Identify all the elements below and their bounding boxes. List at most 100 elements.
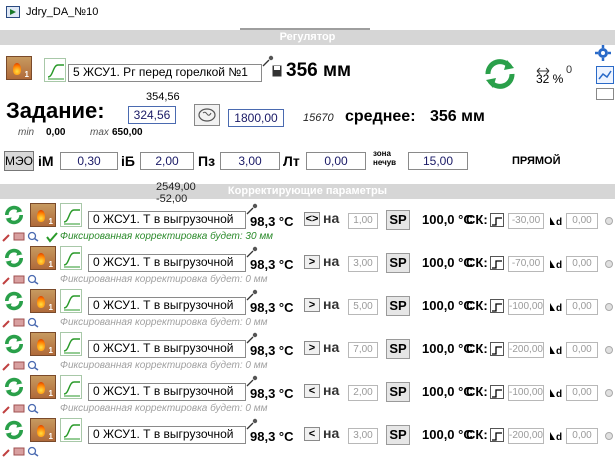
correction-row-3-derivative-icon[interactable]: d <box>549 299 563 314</box>
correction-row-2-sk-label: СК: <box>466 255 488 270</box>
settings-gear-icon[interactable] <box>594 44 612 62</box>
correction-row-5-refresh-icon[interactable] <box>2 375 26 399</box>
correction-row-1-compare-button[interactable]: <> <box>304 212 320 226</box>
correction-row-4-edit-icons[interactable] <box>2 358 39 371</box>
correction-row-2-trend-curve-icon[interactable] <box>60 246 82 270</box>
correction-row-2-sp-button[interactable]: SP <box>386 253 410 273</box>
correction-row-6-edit-icons[interactable] <box>2 444 39 457</box>
correction-row-6-trend-curve-icon[interactable] <box>60 418 82 442</box>
correction-row-6-refresh-icon[interactable] <box>2 418 26 442</box>
furnace-icon[interactable] <box>6 56 32 80</box>
trend-curve-icon[interactable] <box>44 58 66 82</box>
ib-input[interactable]: 2,00 <box>140 152 194 170</box>
correction-row-1-temperature: 98,3 °C <box>250 214 294 229</box>
correction-row-2-d-input[interactable]: 0,00 <box>566 256 598 272</box>
correction-row-5-trend-curve-icon[interactable] <box>60 375 82 399</box>
correction-row-3-sp-button[interactable]: SP <box>386 296 410 316</box>
meo-mode-button[interactable]: МЭО <box>4 151 34 171</box>
correction-row-2-derivative-icon[interactable]: d <box>549 256 563 271</box>
correction-row-3-sk-input[interactable]: -100,00 <box>508 299 544 315</box>
correction-row-4-pin-icon[interactable] <box>246 331 258 344</box>
correction-row-1-sp-button[interactable]: SP <box>386 210 410 230</box>
refresh-icon[interactable] <box>480 54 520 94</box>
correction-row-1-edit-icons[interactable] <box>2 229 39 242</box>
correction-row-4-d-input[interactable]: 0,00 <box>566 342 598 358</box>
correction-row-5-source-select[interactable]: 0 ЖСУ1. Т в выгрузочной <box>88 383 246 401</box>
correction-row-1-pin-icon[interactable] <box>246 202 258 215</box>
correction-row-1-step-function-icon[interactable] <box>490 213 504 227</box>
correction-row-4-source-select[interactable]: 0 ЖСУ1. Т в выгрузочной <box>88 340 246 358</box>
correction-row-3-source-select[interactable]: 0 ЖСУ1. Т в выгрузочной <box>88 297 246 315</box>
correction-row-5-d-input[interactable]: 0,00 <box>566 385 598 401</box>
correction-row-3-compare-button[interactable]: > <box>304 298 320 312</box>
regulator-source-select[interactable]: 5 ЖСУ1. Рг перед горелкой №1 <box>68 64 262 82</box>
correction-row-3-na-input[interactable]: 5,00 <box>348 299 378 315</box>
correction-row-5-edit-icons[interactable] <box>2 401 39 414</box>
correction-row-3-pin-icon[interactable] <box>246 288 258 301</box>
correction-row-2-sk-input[interactable]: -70,00 <box>508 256 544 272</box>
svg-text:d: d <box>556 260 562 270</box>
correction-row-4-furnace-icon[interactable] <box>30 332 56 356</box>
correction-row-3-edit-icons[interactable] <box>2 315 39 328</box>
correction-row-5-derivative-icon[interactable]: d <box>549 385 563 400</box>
correction-row-6-sp-button[interactable]: SP <box>386 425 410 445</box>
correction-row-4-step-function-icon[interactable] <box>490 342 504 356</box>
setpoint-input[interactable]: 324,56 <box>128 106 176 124</box>
correction-row-6-source-select[interactable]: 0 ЖСУ1. Т в выгрузочной <box>88 426 246 444</box>
correction-row-3-furnace-icon[interactable] <box>30 289 56 313</box>
correction-row-4-derivative-icon[interactable]: d <box>549 342 563 357</box>
correction-row-4-refresh-icon[interactable] <box>2 332 26 356</box>
correction-row-6-furnace-icon[interactable] <box>30 418 56 442</box>
correction-row-5-sp-button[interactable]: SP <box>386 382 410 402</box>
correction-row-2-pin-icon[interactable] <box>246 245 258 258</box>
correction-row-5-sk-input[interactable]: -100,00 <box>508 385 544 401</box>
correction-row-5-pin-icon[interactable] <box>246 374 258 387</box>
correction-row-5-na-input[interactable]: 2,00 <box>348 385 378 401</box>
correction-row-1-derivative-icon[interactable]: d <box>549 213 563 228</box>
correction-row-5-furnace-icon[interactable] <box>30 375 56 399</box>
correction-row-2-na-input[interactable]: 3,00 <box>348 256 378 272</box>
correction-row-6-step-function-icon[interactable] <box>490 428 504 442</box>
correction-row-6-status-dot <box>605 432 613 440</box>
correction-row-2-step-function-icon[interactable] <box>490 256 504 270</box>
correction-row-6-pin-icon[interactable] <box>246 417 258 430</box>
pz-input[interactable]: 3,00 <box>220 152 280 170</box>
correction-row-1-sk-input[interactable]: -30,00 <box>508 213 544 229</box>
correction-row-1-refresh-icon[interactable] <box>2 203 26 227</box>
correction-row-2-refresh-icon[interactable] <box>2 246 26 270</box>
correction-row-3-d-input[interactable]: 0,00 <box>566 299 598 315</box>
setpoint-limit-input[interactable]: 1800,00 <box>228 109 284 127</box>
correction-row-2-compare-button[interactable]: > <box>304 255 320 269</box>
correction-row-2-na-label: на <box>323 253 340 269</box>
lt-input[interactable]: 0,00 <box>306 152 366 170</box>
chart-view-icon[interactable] <box>596 66 614 84</box>
correction-row-1-furnace-icon[interactable] <box>30 203 56 227</box>
correction-row-6-d-input[interactable]: 0,00 <box>566 428 598 444</box>
correction-row-2-edit-icons[interactable] <box>2 272 39 285</box>
brain-icon[interactable] <box>194 104 220 126</box>
correction-row-4-compare-button[interactable]: > <box>304 341 320 355</box>
correction-row-1-d-input[interactable]: 0,00 <box>566 213 598 229</box>
correction-row-2-furnace-icon[interactable] <box>30 246 56 270</box>
correction-row-4-na-input[interactable]: 7,00 <box>348 342 378 358</box>
blank-panel-button[interactable] <box>596 88 614 100</box>
correction-row-4-sp-button[interactable]: SP <box>386 339 410 359</box>
correction-row-1-na-input[interactable]: 1,00 <box>348 213 378 229</box>
correction-row-6-na-input[interactable]: 3,00 <box>348 428 378 444</box>
correction-row-4-sk-input[interactable]: -200,00 <box>508 342 544 358</box>
correction-row-6-compare-button[interactable]: < <box>304 427 320 441</box>
correction-row-4-trend-curve-icon[interactable] <box>60 332 82 356</box>
save-icon[interactable] <box>272 64 282 77</box>
correction-row-3-trend-curve-icon[interactable] <box>60 289 82 313</box>
correction-row-3-step-function-icon[interactable] <box>490 299 504 313</box>
correction-row-6-sk-input[interactable]: -200,00 <box>508 428 544 444</box>
correction-row-3-refresh-icon[interactable] <box>2 289 26 313</box>
zone-input[interactable]: 15,00 <box>408 152 468 170</box>
correction-row-1-trend-curve-icon[interactable] <box>60 203 82 227</box>
correction-row-1-source-select[interactable]: 0 ЖСУ1. Т в выгрузочной <box>88 211 246 229</box>
correction-row-6-derivative-icon[interactable]: d <box>549 428 563 443</box>
correction-row-5-step-function-icon[interactable] <box>490 385 504 399</box>
im-input[interactable]: 0,30 <box>60 152 118 170</box>
correction-row-5-compare-button[interactable]: < <box>304 384 320 398</box>
correction-row-2-source-select[interactable]: 0 ЖСУ1. Т в выгрузочной <box>88 254 246 272</box>
